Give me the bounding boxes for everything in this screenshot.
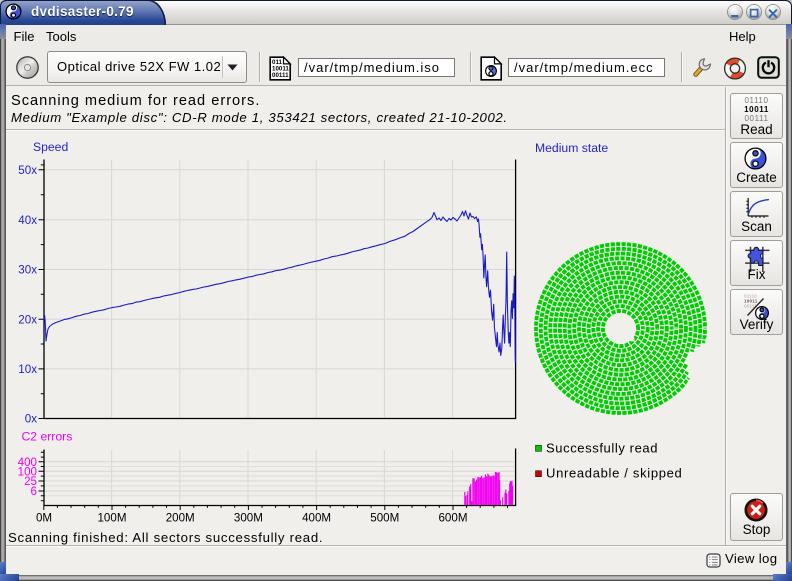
svg-text:00111: 00111: [272, 72, 289, 79]
